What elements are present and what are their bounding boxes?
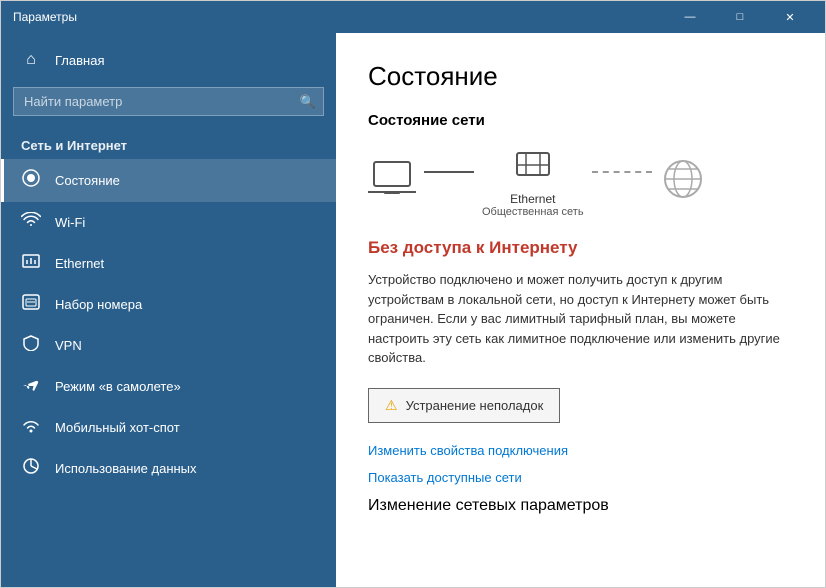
laptop-icon [368,158,416,206]
sidebar-item-datausage[interactable]: Использование данных [1,448,336,489]
search-icon: 🔍 [300,94,316,110]
hotspot-label: Мобильный хот-спот [55,420,180,435]
wifi-label: Wi-Fi [55,215,85,230]
close-button[interactable]: ✕ [767,1,813,33]
troubleshoot-button[interactable]: ⚠ Устранение неполадок [368,388,560,423]
status-icon [21,169,41,192]
show-available-networks-link[interactable]: Показать доступные сети [368,470,793,485]
main-content: ⌂ Главная 🔍 Сеть и Интернет Состояние [1,33,825,587]
airplane-label: Режим «в самолете» [55,379,181,394]
sidebar-item-home[interactable]: ⌂ Главная [1,41,336,79]
home-icon: ⌂ [21,51,41,69]
ethernet-icon [21,253,41,274]
sidebar-item-hotspot[interactable]: Мобильный хот-спот [1,407,336,448]
vpn-icon [21,335,41,356]
sidebar: ⌂ Главная 🔍 Сеть и Интернет Состояние [1,33,336,587]
sidebar-section-label: Сеть и Интернет [1,128,336,159]
status-error-title: Без доступа к Интернету [368,238,793,258]
ethernet-device: Ethernet Общественная сеть [482,145,584,218]
ethernet-device-label: Ethernet [510,192,555,206]
status-label: Состояние [55,173,120,188]
titlebar: Параметры — □ ✕ [1,1,825,33]
sidebar-item-ethernet[interactable]: Ethernet [1,243,336,284]
sidebar-search-container: 🔍 [13,87,324,116]
hotspot-icon [21,417,41,438]
globe-icon [660,156,706,207]
ethernet-device-sublabel: Общественная сеть [482,206,584,218]
network-diagram: Ethernet Общественная сеть [368,145,793,218]
sidebar-item-vpn[interactable]: VPN [1,325,336,366]
troubleshoot-label: Устранение неполадок [406,398,544,413]
laptop-device [368,158,416,206]
maximize-button[interactable]: □ [717,1,763,33]
ethernet-label: Ethernet [55,256,104,271]
window-title: Параметры [13,10,667,24]
solid-line [424,171,474,173]
minimize-button[interactable]: — [667,1,713,33]
titlebar-controls: — □ ✕ [667,1,813,33]
dialup-label: Набор номера [55,297,142,312]
page-title: Состояние [368,61,793,92]
internet-device [660,156,706,207]
vpn-label: VPN [55,338,82,353]
network-status-section-title: Состояние сети [368,112,793,129]
sidebar-item-wifi[interactable]: Wi-Fi [1,202,336,243]
settings-window: Параметры — □ ✕ ⌂ Главная 🔍 Сеть и Интер… [0,0,826,588]
airplane-icon [21,376,41,397]
dashed-line [592,171,652,173]
sidebar-item-airplane[interactable]: Режим «в самолете» [1,366,336,407]
wifi-icon [21,212,41,233]
main-panel: Состояние Состояние сети [336,33,825,587]
ethernet-device-icon [513,145,553,188]
sidebar-item-status[interactable]: Состояние [1,159,336,202]
change-network-settings-title: Изменение сетевых параметров [368,497,793,515]
datausage-label: Использование данных [55,461,197,476]
datausage-icon [21,458,41,479]
warning-icon: ⚠ [385,397,398,414]
status-description: Устройство подключено и может получить д… [368,270,793,368]
search-input[interactable] [13,87,324,116]
sidebar-item-dialup[interactable]: Набор номера [1,284,336,325]
change-connection-properties-link[interactable]: Изменить свойства подключения [368,443,793,458]
dialup-icon [21,294,41,315]
sidebar-home-label: Главная [55,53,104,68]
